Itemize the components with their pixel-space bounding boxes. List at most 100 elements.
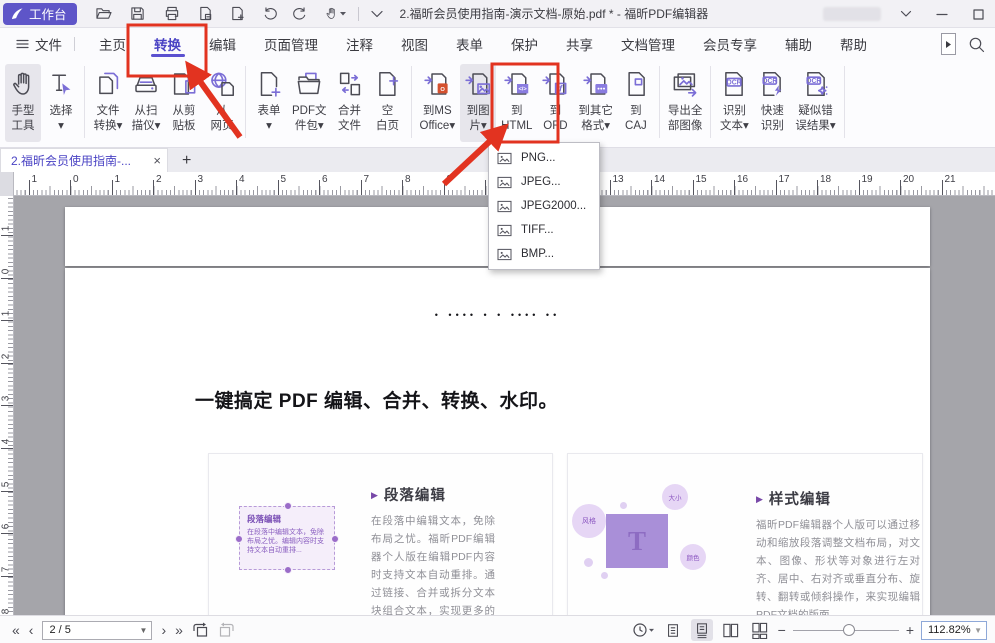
hand-tool-quick-button[interactable]	[319, 3, 353, 25]
continuous-view-button[interactable]	[691, 619, 713, 641]
ribbon-button-combine-files[interactable]: 合并文件	[332, 64, 368, 142]
page-number-box[interactable]: 2 / 5 ▼	[42, 621, 152, 640]
dropdown-item-jpeg2000[interactable]: JPEG2000...	[489, 194, 599, 218]
facing-continuous-view-button[interactable]	[749, 619, 771, 641]
new-tab-button[interactable]: +	[182, 152, 191, 172]
print-button[interactable]	[159, 3, 185, 25]
save-as-button[interactable]	[193, 3, 219, 25]
zoom-level-box[interactable]: 112.82% ▼	[921, 621, 987, 640]
ribbon-button-hand-tool[interactable]: 手型工具	[5, 64, 41, 142]
document-tab-active[interactable]: 2.福昕会员使用指南-... ×	[0, 148, 168, 172]
single-page-view-button[interactable]	[662, 619, 684, 641]
ribbon-button-form[interactable]: 表单▾	[251, 64, 287, 142]
ribbon-button-from-scanner[interactable]: 从扫描仪▾	[128, 64, 164, 142]
ribbon-button-from-web[interactable]: 从网页	[204, 64, 240, 142]
open-file-button[interactable]	[91, 3, 117, 25]
last-page-button[interactable]: »	[175, 623, 183, 637]
redo-button[interactable]	[287, 3, 313, 25]
zoom-slider[interactable]	[793, 623, 899, 637]
menu-file[interactable]: 文件	[16, 34, 62, 54]
menu-divider	[74, 37, 75, 51]
next-page-button[interactable]: ›	[161, 623, 166, 637]
ribbon-button-to-html[interactable]: </>到HTML	[498, 64, 535, 142]
chevron-down-icon	[339, 11, 347, 17]
previous-page-button[interactable]: ‹	[29, 623, 34, 637]
card-body: 在段落中编辑文本，免除布局之忧。福昕PDF编辑器个人版在编辑PDF内容时支持文本…	[371, 512, 495, 615]
previous-view-button[interactable]	[192, 622, 209, 638]
ribbon-button-quick-ocr[interactable]: OCR快速识别	[754, 64, 790, 142]
bullet-icon: ▶	[371, 490, 379, 500]
minimize-button[interactable]	[931, 3, 953, 25]
menu-tab-2[interactable]: 编辑	[209, 28, 236, 60]
save-button[interactable]	[125, 3, 151, 25]
ribbon-button-to-other-format[interactable]: 到其它格式▾	[575, 64, 616, 142]
collapse-toolbar-button[interactable]	[364, 3, 390, 25]
ribbon-button-to-caj[interactable]: 到CAJ	[618, 64, 654, 142]
tab-close-button[interactable]: ×	[153, 153, 161, 168]
ribbon-button-blank-page[interactable]: 空白页	[370, 64, 406, 142]
ruler-number: 5	[1, 478, 12, 490]
pen-icon	[11, 7, 24, 20]
ribbon-button-to-image[interactable]: 到图片▾	[460, 64, 496, 142]
first-page-button[interactable]: «	[12, 623, 20, 637]
ribbon-button-ocr-text[interactable]: OCR识别文本▾	[716, 64, 752, 142]
triangle-right-icon	[945, 40, 952, 49]
menu-tab-9[interactable]: 文档管理	[621, 28, 675, 60]
ribbon-button-select[interactable]: 选择▾	[43, 64, 79, 142]
ribbon-group-divider	[245, 66, 246, 138]
ribbon-button-from-clipboard[interactable]: 从剪贴板	[166, 64, 202, 142]
watermark-smudge	[823, 7, 881, 21]
facing-view-button[interactable]	[720, 619, 742, 641]
ribbon-button-to-ofd[interactable]: f到OFD	[537, 64, 573, 142]
ruler-number: 6	[322, 174, 328, 185]
ruler-tick	[70, 180, 71, 195]
menu-right-controls	[941, 28, 985, 60]
dropdown-item-tiff[interactable]: TIFF...	[489, 218, 599, 242]
ruler-tick	[1, 278, 13, 279]
ribbon-button-file-convert[interactable]: 文件转换▾	[90, 64, 126, 142]
undo-button[interactable]	[257, 3, 283, 25]
ribbon-button-ocr-suspect-results[interactable]: OCR疑似错误结果▾	[792, 64, 838, 142]
ribbon-button-to-ms-office[interactable]: O到MSOffice▾	[417, 64, 459, 142]
ribbon-button-export-all-images[interactable]: 导出全部图像	[665, 64, 706, 142]
dropdown-item-png[interactable]: PNG...	[489, 146, 599, 170]
dropdown-item-jpeg[interactable]: JPEG...	[489, 170, 599, 194]
titlebar-chevron-button[interactable]	[895, 3, 917, 25]
workspace-button[interactable]: 工作台	[3, 3, 77, 25]
zoom-out-button[interactable]: −	[778, 623, 786, 637]
dropdown-item-bmp[interactable]: BMP...	[489, 242, 599, 266]
menu-tab-3[interactable]: 页面管理	[264, 28, 318, 60]
auto-scroll-button[interactable]	[632, 622, 655, 638]
dropdown-item-label: JPEG2000...	[521, 200, 586, 212]
new-document-button[interactable]	[225, 3, 251, 25]
ribbon-more-button[interactable]	[941, 33, 956, 55]
menu-tab-8[interactable]: 共享	[566, 28, 593, 60]
menu-tab-7[interactable]: 保护	[511, 28, 538, 60]
svg-text:f: f	[560, 83, 564, 93]
decor-dot	[601, 572, 608, 579]
ribbon-button-label: 到其它	[578, 104, 613, 119]
menu-tab-0[interactable]: 主页	[99, 28, 126, 60]
minimize-icon	[936, 8, 948, 20]
pdf-page: • •••• • • •••• •• 一键搞定 PDF 编辑、合并、转换、水印。…	[65, 268, 930, 615]
ruler-number: 0	[73, 174, 79, 185]
blank-page-icon	[373, 66, 403, 102]
ruler-tick	[112, 180, 113, 195]
ribbon-button-pdf-portfolio[interactable]: PDF文件包▾	[289, 64, 330, 142]
menu-tab-1[interactable]: 转换	[154, 28, 181, 60]
slider-handle[interactable]	[843, 624, 855, 636]
search-button[interactable]	[968, 36, 985, 53]
menu-tab-5[interactable]: 视图	[401, 28, 428, 60]
menu-tab-6[interactable]: 表单	[456, 28, 483, 60]
menu-tab-11[interactable]: 辅助	[785, 28, 812, 60]
zoom-in-button[interactable]: +	[906, 623, 914, 637]
next-view-button[interactable]	[218, 622, 235, 638]
maximize-button[interactable]	[967, 3, 989, 25]
window-title: 2.福昕会员使用指南-演示文档-原始.pdf * - 福昕PDF编辑器	[400, 5, 709, 22]
image-file-icon	[497, 248, 512, 261]
menu-tab-12[interactable]: 帮助	[840, 28, 867, 60]
menu-tab-4[interactable]: 注释	[346, 28, 373, 60]
menu-tabs: 主页转换编辑页面管理注释视图表单保护共享文档管理会员专享辅助帮助	[85, 28, 881, 60]
menu-tab-10[interactable]: 会员专享	[703, 28, 757, 60]
menu-bar: 文件 主页转换编辑页面管理注释视图表单保护共享文档管理会员专享辅助帮助	[0, 28, 995, 60]
